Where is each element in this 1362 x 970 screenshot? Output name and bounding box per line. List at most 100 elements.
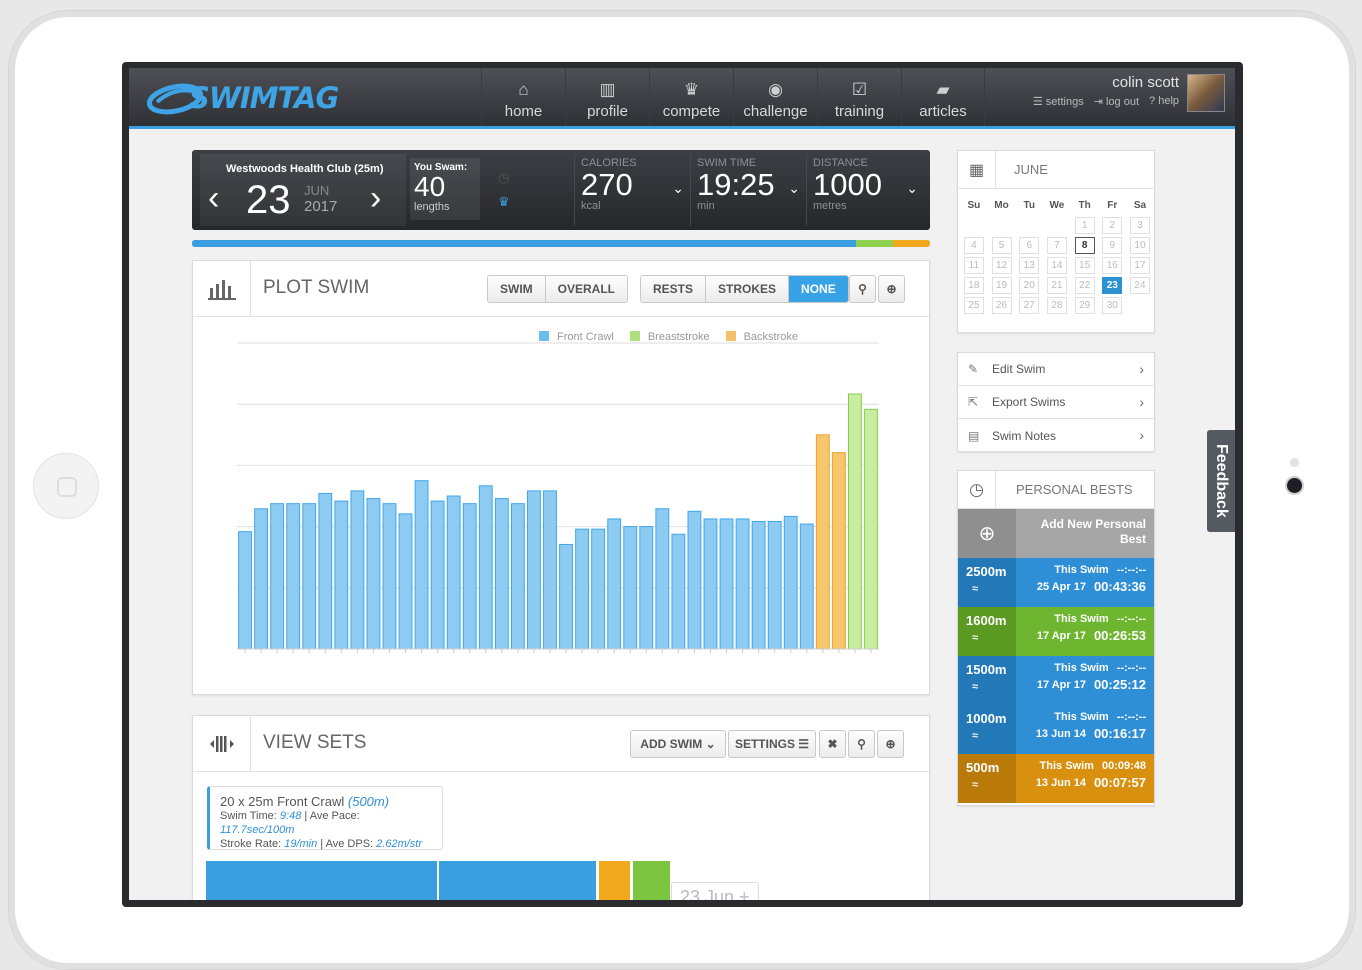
bar-front-crawl[interactable] (286, 503, 301, 650)
add-swim-dropdown[interactable]: ADD SWIM ⌄ (630, 730, 726, 758)
day-27[interactable]: 27 (1019, 296, 1040, 314)
nav-articles[interactable]: ▰ articles (901, 68, 985, 126)
bar-front-crawl[interactable] (462, 503, 477, 650)
day-15[interactable]: 15 (1074, 256, 1095, 274)
personal-best-row[interactable]: 500m ≈ This Swim 00:09:48 13 Jun 14 00:07:57 (958, 754, 1154, 803)
bar-front-crawl[interactable] (446, 495, 461, 650)
bar-front-crawl[interactable] (655, 508, 670, 650)
day-22[interactable]: 22 (1074, 276, 1095, 294)
calories-stat[interactable]: CALORIES 270 kcal ⌄ (574, 154, 690, 226)
day-10[interactable]: 10 (1129, 236, 1150, 254)
prev-swim-chevron-icon[interactable]: ‹ (208, 178, 219, 218)
day-11[interactable]: 11 (963, 256, 984, 274)
export-swims-item[interactable]: ⇱ Export Swims › (958, 386, 1154, 419)
bar-front-crawl[interactable] (735, 518, 750, 650)
day-20[interactable]: 20 (1019, 276, 1040, 294)
day-25[interactable]: 25 (963, 296, 984, 314)
bar-front-crawl[interactable] (430, 500, 445, 650)
bar-front-crawl[interactable] (783, 515, 798, 650)
chevron-down-icon[interactable]: ⌄ (906, 180, 918, 197)
zoom-in-button[interactable]: ⊕ (877, 730, 904, 758)
nav-training[interactable]: ☑ training (817, 68, 901, 126)
personal-best-row[interactable]: 1500m ≈ This Swim --:--:-- 17 Apr 17 00:25:12 (958, 656, 1154, 705)
swim-notes-item[interactable]: ▤ Swim Notes › (958, 419, 1154, 452)
bar-backstroke[interactable] (831, 452, 846, 650)
bar-front-crawl[interactable] (639, 526, 654, 650)
bar-front-crawl[interactable] (270, 503, 285, 650)
day-18[interactable]: 18 (963, 276, 984, 294)
nav-home[interactable]: ⌂ home (481, 68, 565, 126)
none-button[interactable]: NONE (789, 276, 848, 302)
bar-front-crawl[interactable] (799, 523, 814, 650)
bar-front-crawl[interactable] (671, 533, 686, 650)
day-19[interactable]: 19 (991, 276, 1012, 294)
day-28[interactable]: 28 (1046, 296, 1067, 314)
bar-front-crawl[interactable] (559, 543, 573, 650)
zoom-out-button[interactable]: ⚲ (849, 275, 876, 303)
next-swim-chevron-icon[interactable]: › (370, 178, 381, 218)
home-hardware-button[interactable] (33, 453, 99, 519)
bar-front-crawl[interactable] (527, 490, 541, 650)
bar-front-crawl[interactable] (719, 518, 734, 650)
bar-front-crawl[interactable] (350, 490, 365, 650)
day-7[interactable]: 7 (1046, 236, 1067, 254)
swim-time-stat[interactable]: SWIM TIME 19:25 min ⌄ (690, 154, 806, 226)
set-block[interactable] (633, 861, 670, 900)
personal-best-row[interactable]: 2500m ≈ This Swim --:--:-- 25 Apr 17 00:43:36 (958, 558, 1154, 607)
day-9[interactable]: 9 (1102, 236, 1123, 254)
bar-front-crawl[interactable] (302, 503, 317, 650)
day-5[interactable]: 5 (991, 236, 1012, 254)
nav-challenge[interactable]: ◉ challenge (733, 68, 817, 126)
day-12[interactable]: 12 (991, 256, 1012, 274)
personal-best-row[interactable]: 1600m ≈ This Swim --:--:-- 17 Apr 17 00:26:53 (958, 607, 1154, 656)
bar-front-crawl[interactable] (751, 521, 766, 650)
nav-profile[interactable]: ▥ profile (565, 68, 649, 126)
overall-view-button[interactable]: OVERALL (545, 276, 628, 302)
nav-compete[interactable]: ♛ compete (649, 68, 733, 126)
help-link[interactable]: ? help (1149, 95, 1179, 108)
day-4[interactable]: 4 (963, 236, 984, 254)
bar-backstroke[interactable] (815, 434, 830, 650)
add-personal-best[interactable]: ⊕ Add New Personal Best (958, 509, 1154, 558)
settings-link[interactable]: ☰ settings (1033, 95, 1084, 108)
bar-front-crawl[interactable] (510, 503, 525, 650)
bar-front-crawl[interactable] (478, 485, 493, 650)
swim-view-button[interactable]: SWIM (488, 276, 546, 302)
bar-front-crawl[interactable] (398, 513, 413, 650)
bar-front-crawl[interactable] (767, 521, 782, 650)
day-3[interactable]: 3 (1129, 216, 1150, 234)
bar-front-crawl[interactable] (575, 528, 589, 650)
zoom-in-button[interactable]: ⊕ (878, 275, 905, 303)
day-17[interactable]: 17 (1129, 256, 1150, 274)
day-30[interactable]: 30 (1102, 296, 1123, 314)
strokes-button[interactable]: STROKES (706, 276, 790, 302)
set-block[interactable] (439, 861, 596, 900)
day-1[interactable]: 1 (1074, 216, 1095, 234)
bar-front-crawl[interactable] (334, 500, 349, 650)
day-13[interactable]: 13 (1019, 256, 1040, 274)
set-summary-card[interactable]: 20 x 25m Front Crawl (500m) Swim Time: 9… (207, 786, 443, 850)
distance-stat[interactable]: DISTANCE 1000 metres ⌄ (806, 154, 924, 226)
day-29[interactable]: 29 (1074, 296, 1095, 314)
day-24[interactable]: 24 (1129, 276, 1150, 294)
day-6[interactable]: 6 (1019, 236, 1040, 254)
personal-best-row[interactable]: 1000m ≈ This Swim --:--:-- 13 Jun 14 00:16:17 (958, 705, 1154, 754)
set-block[interactable] (206, 861, 437, 900)
trophy-icon[interactable]: ♛ (498, 194, 510, 210)
bar-front-crawl[interactable] (238, 531, 252, 650)
day-21[interactable]: 21 (1046, 276, 1067, 294)
day-16[interactable]: 16 (1102, 256, 1123, 274)
date-tag[interactable]: 23 Jun + (671, 882, 759, 900)
rests-button[interactable]: RESTS (641, 276, 707, 302)
bar-front-crawl[interactable] (591, 528, 606, 650)
chevron-down-icon[interactable]: ⌄ (672, 180, 684, 197)
day-8[interactable]: 8 (1074, 236, 1095, 254)
day-23[interactable]: 23 (1102, 276, 1123, 294)
edit-swim-item[interactable]: ✎ Edit Swim › (958, 353, 1154, 386)
bar-front-crawl[interactable] (494, 498, 509, 650)
close-button[interactable]: ✖ (819, 730, 846, 758)
settings-button[interactable]: SETTINGS ☰ (728, 730, 816, 758)
bar-breaststroke[interactable] (848, 393, 862, 650)
bar-breaststroke[interactable] (864, 408, 878, 650)
zoom-out-button[interactable]: ⚲ (848, 730, 875, 758)
